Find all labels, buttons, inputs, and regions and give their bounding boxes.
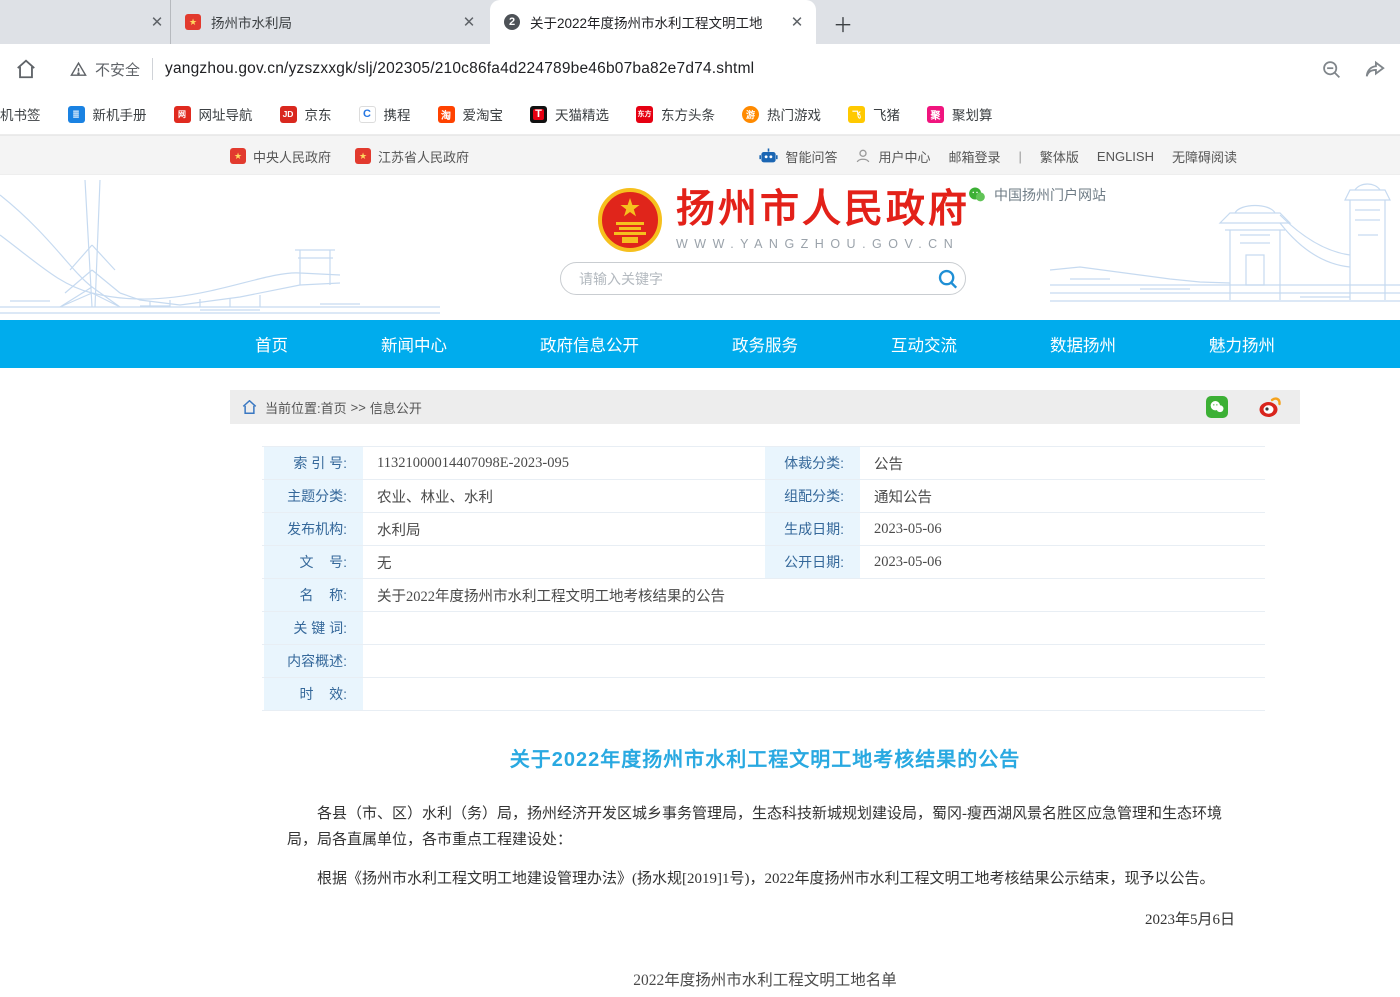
table-row: 内容概述: xyxy=(262,645,1265,678)
nav-data[interactable]: 数据扬州 xyxy=(1050,332,1116,356)
portal-label[interactable]: 中国扬州门户网站 xyxy=(968,185,1106,205)
divider: | xyxy=(1019,149,1022,164)
link-user-center[interactable]: 用户中心 xyxy=(855,147,930,166)
link-smart-qa[interactable]: 智能问答 xyxy=(759,147,837,166)
tab-title: 关于2022年度扬州市水利工程文明工地 xyxy=(530,12,778,32)
wechat-icon xyxy=(968,186,986,204)
zoom-out-icon[interactable] xyxy=(1321,59,1342,80)
site-banner: 扬州市人民政府 WWW.YANGZHOU.GOV.CN 中国扬州门户网站 xyxy=(0,175,1400,320)
close-icon[interactable]: ✕ xyxy=(148,13,166,31)
link-jiangsu-gov[interactable]: ★ 江苏省人民政府 xyxy=(355,147,469,166)
link-english[interactable]: ENGLISH xyxy=(1097,149,1154,164)
games-icon: 游 xyxy=(742,106,759,123)
bridge-art-left xyxy=(0,175,440,320)
bookmark-eastday[interactable]: 东方东方头条 xyxy=(636,104,715,124)
bookmark-taobao[interactable]: 淘爱淘宝 xyxy=(438,104,504,124)
bookmark-phone-bookmarks[interactable]: 机书签 xyxy=(0,104,41,124)
search-input[interactable] xyxy=(561,271,931,287)
divider xyxy=(152,58,153,80)
table-row: 发布机构: 水利局 生成日期: 2023-05-06 xyxy=(262,513,1265,546)
table-row: 关 键 词: xyxy=(262,612,1265,645)
bookmark-juhuasuan[interactable]: 聚聚划算 xyxy=(927,104,993,124)
gov-emblem-icon: ★ xyxy=(230,148,246,164)
breadcrumb-prefix: 当前位置: xyxy=(265,398,321,417)
nav-home[interactable]: 首页 xyxy=(255,332,288,356)
nav-site-icon: 网 xyxy=(174,106,191,123)
site-name: 扬州市人民政府 xyxy=(676,190,970,229)
browser-address-bar: 不安全 yangzhou.gov.cn/yzszxxgk/slj/202305/… xyxy=(0,44,1400,94)
breadcrumb-separator: >> xyxy=(351,400,366,415)
wechat-share-icon[interactable] xyxy=(1206,396,1228,418)
warning-icon xyxy=(70,61,87,78)
nav-services[interactable]: 政务服务 xyxy=(732,332,798,356)
article-body: 各县（市、区）水利（务）局，扬州经济开发区城乡事务管理局，生态科技新城规划建设局… xyxy=(287,801,1239,905)
taobao-icon: 淘 xyxy=(438,106,455,123)
share-icon[interactable] xyxy=(1364,58,1386,80)
bookmark-jd[interactable]: JD京东 xyxy=(280,104,332,124)
bookmark-tmall[interactable]: T天猫精选 xyxy=(530,104,609,124)
close-icon[interactable]: ✕ xyxy=(788,13,806,31)
bookmarks-bar: 机书签 ≣新机手册 网网址导航 JD京东 C携程 淘爱淘宝 T天猫精选 东方东方… xyxy=(0,94,1400,135)
breadcrumb: 当前位置: 首页 >> 信息公开 xyxy=(230,390,1300,424)
security-label: 不安全 xyxy=(95,59,140,80)
nav-interaction[interactable]: 互动交流 xyxy=(891,332,957,356)
link-traditional[interactable]: 繁体版 xyxy=(1040,147,1079,166)
table-row: 主题分类: 农业、林业、水利 组配分类: 通知公告 xyxy=(262,480,1265,513)
home-icon xyxy=(242,400,257,414)
nav-charm[interactable]: 魅力扬州 xyxy=(1209,332,1275,356)
table-row: 文 号: 无 公开日期: 2023-05-06 xyxy=(262,546,1265,579)
link-accessibility[interactable]: 无障碍阅读 xyxy=(1172,147,1237,166)
link-central-gov[interactable]: ★ 中央人民政府 xyxy=(230,147,331,166)
site-search xyxy=(560,262,966,295)
list-section-title: 2022年度扬州市水利工程文明工地名单 xyxy=(230,968,1300,990)
tab-shuiliju[interactable]: ★ 扬州市水利局 ✕ xyxy=(170,0,488,44)
article-paragraph: 各县（市、区）水利（务）局，扬州经济开发区城乡事务管理局，生态科技新城规划建设局… xyxy=(287,801,1239,853)
browser-tab-bar: ✕ ★ 扬州市水利局 ✕ 2 关于2022年度扬州市水利工程文明工地 ✕ ＋ xyxy=(0,0,1400,44)
new-tab-button[interactable]: ＋ xyxy=(830,10,856,36)
main-navigation: 首页 新闻中心 政府信息公开 政务服务 互动交流 数据扬州 魅力扬州 xyxy=(0,320,1400,368)
national-emblem-icon xyxy=(598,188,662,252)
close-icon[interactable]: ✕ xyxy=(460,13,478,31)
page-favicon-icon: 2 xyxy=(504,14,520,30)
home-icon[interactable] xyxy=(12,55,40,83)
document-meta-table: 索 引 号: 11321000014407098E-2023-095 体裁分类:… xyxy=(262,446,1265,711)
link-mail-login[interactable]: 邮箱登录 xyxy=(948,147,1000,166)
table-row: 索 引 号: 11321000014407098E-2023-095 体裁分类:… xyxy=(262,447,1265,480)
url-field[interactable]: yangzhou.gov.cn/yzszxxgk/slj/202305/210c… xyxy=(165,60,754,78)
bookmark-nav-site[interactable]: 网网址导航 xyxy=(174,104,253,124)
site-utility-bar: ★ 中央人民政府 ★ 江苏省人民政府 智能问答 用户中心 邮箱登录 | 繁体版 xyxy=(0,135,1400,175)
security-indicator[interactable]: 不安全 xyxy=(70,59,140,80)
robot-icon xyxy=(759,148,778,164)
fliggy-icon: 飞 xyxy=(848,106,865,123)
bookmark-manual[interactable]: ≣新机手册 xyxy=(68,104,147,124)
article-title: 关于2022年度扬州市水利工程文明工地考核结果的公告 xyxy=(230,743,1300,772)
article-date: 2023年5月6日 xyxy=(287,908,1235,929)
site-url-caption: WWW.YANGZHOU.GOV.CN xyxy=(676,237,970,251)
tab-active-announcement[interactable]: 2 关于2022年度扬州市水利工程文明工地 ✕ xyxy=(490,0,816,44)
tmall-icon: T xyxy=(530,106,547,123)
table-row: 时 效: xyxy=(262,678,1265,711)
breadcrumb-current-link[interactable]: 信息公开 xyxy=(370,398,422,417)
article-paragraph: 根据《扬州市水利工程文明工地建设管理办法》(扬水规[2019]1号)，2022年… xyxy=(287,866,1239,892)
gov-emblem-favicon-icon: ★ xyxy=(185,14,201,30)
juhuasuan-icon: 聚 xyxy=(927,106,944,123)
manual-icon: ≣ xyxy=(68,106,85,123)
search-icon[interactable] xyxy=(931,262,965,295)
bookmark-ctrip[interactable]: C携程 xyxy=(359,104,411,124)
bookmark-games[interactable]: 游热门游戏 xyxy=(742,104,821,124)
weibo-share-icon[interactable] xyxy=(1258,396,1282,418)
user-icon xyxy=(855,148,871,164)
nav-info-disclosure[interactable]: 政府信息公开 xyxy=(540,332,639,356)
site-logo[interactable]: 扬州市人民政府 WWW.YANGZHOU.GOV.CN xyxy=(598,188,970,252)
nav-news[interactable]: 新闻中心 xyxy=(381,332,447,356)
gov-emblem-icon: ★ xyxy=(355,148,371,164)
ctrip-icon: C xyxy=(359,106,376,123)
jd-icon: JD xyxy=(280,106,297,123)
content-area: 当前位置: 首页 >> 信息公开 索 引 号: xyxy=(230,368,1300,997)
table-row: 名 称: 关于2022年度扬州市水利工程文明工地考核结果的公告 xyxy=(262,579,1265,612)
eastday-icon: 东方 xyxy=(636,106,653,123)
tab-title: 扬州市水利局 xyxy=(211,12,450,32)
bookmark-fliggy[interactable]: 飞飞猪 xyxy=(848,104,900,124)
breadcrumb-home-link[interactable]: 首页 xyxy=(321,398,347,417)
